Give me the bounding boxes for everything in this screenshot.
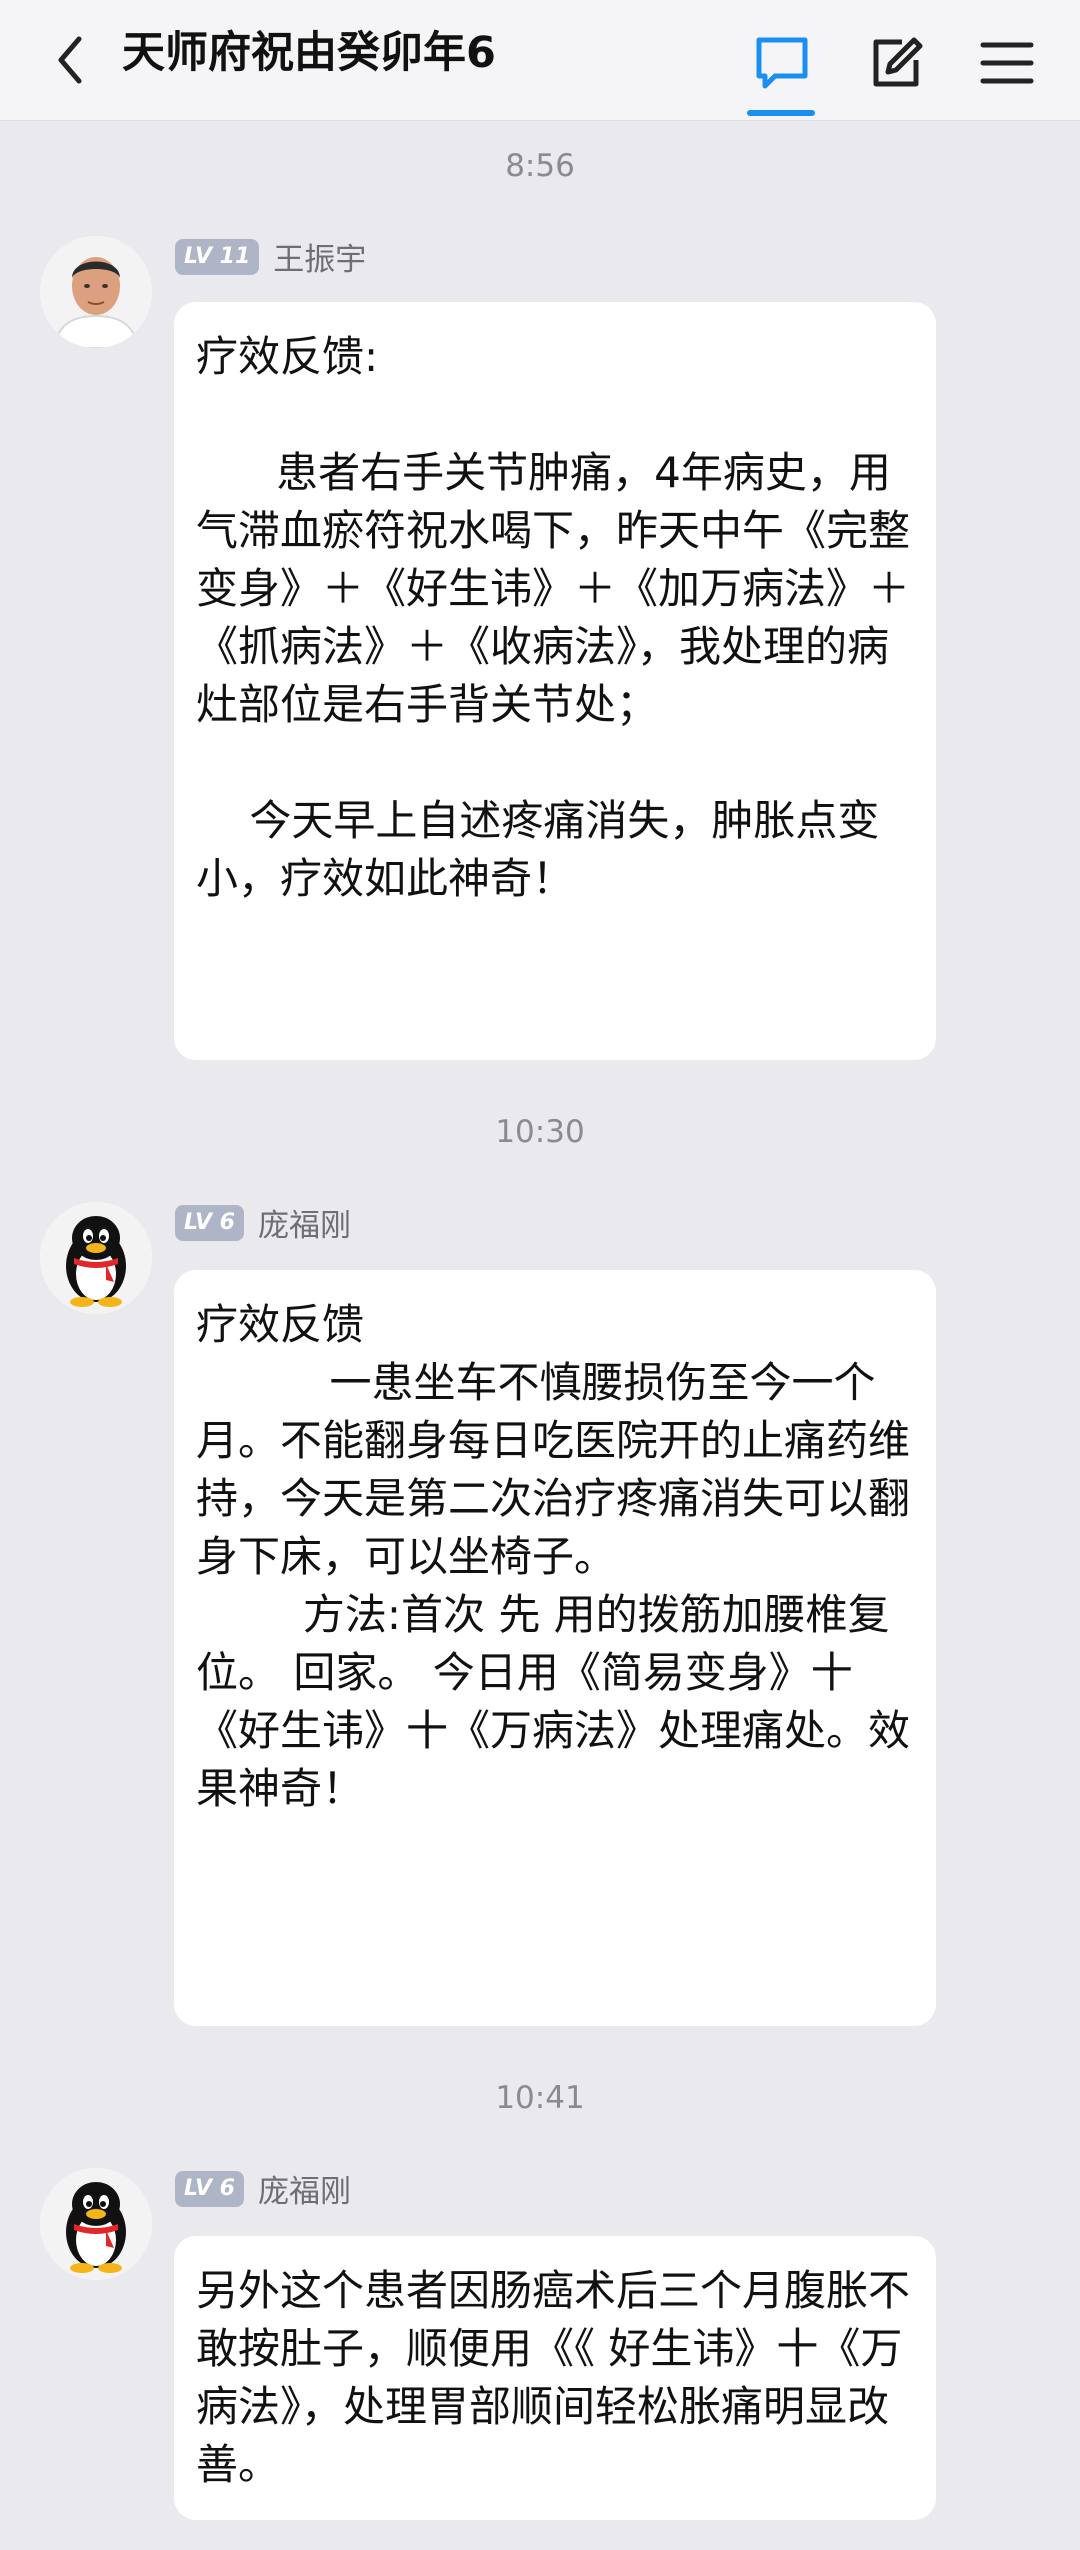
message-timestamp: 8:56 bbox=[505, 148, 575, 184]
sender-info: LV 6 庞福刚 bbox=[175, 1200, 351, 1245]
level-badge: LV 11 bbox=[175, 238, 260, 275]
sender-info: LV 11 王振宇 bbox=[175, 234, 366, 279]
penguin-avatar-icon bbox=[40, 2168, 152, 2280]
menu-button[interactable] bbox=[972, 28, 1042, 98]
message-timestamp: 10:41 bbox=[495, 2080, 585, 2116]
avatar[interactable] bbox=[40, 1202, 152, 1314]
chat-tab-button[interactable] bbox=[747, 28, 817, 98]
sender-name[interactable]: 庞福刚 bbox=[258, 1200, 351, 1245]
back-chevron-icon bbox=[58, 36, 82, 84]
sender-name[interactable]: 王振宇 bbox=[273, 234, 366, 279]
message-text: 疗效反馈 一患坐车不慎腰损伤至今一个月。不能翻身每日吃医院开的止痛药维持，今天是… bbox=[196, 1300, 911, 1813]
penguin-avatar-icon bbox=[40, 1202, 152, 1314]
message-text: 另外这个患者因肠癌术后三个月腹胀不敢按肚子，顺便用《《 好生讳》十《万病法》，处… bbox=[196, 2266, 911, 2489]
chat-header: 天师府祝由癸卯年6 bbox=[0, 0, 1080, 121]
group-title: 天师府祝由癸卯年6 bbox=[122, 28, 496, 78]
sender-name[interactable]: 庞福刚 bbox=[258, 2166, 351, 2211]
edit-button[interactable] bbox=[862, 28, 932, 98]
level-badge: LV 6 bbox=[175, 1204, 244, 1241]
message-timestamp: 10:30 bbox=[495, 1114, 585, 1150]
avatar[interactable] bbox=[40, 2168, 152, 2280]
avatar[interactable] bbox=[40, 236, 152, 348]
back-button[interactable] bbox=[40, 28, 100, 92]
sender-info: LV 6 庞福刚 bbox=[175, 2166, 351, 2211]
message-text: 疗效反馈: 患者右手关节肿痛，4年病史，用气滞血瘀符祝水喝下，昨天中午《完整变身… bbox=[196, 332, 911, 903]
menu-icon bbox=[980, 42, 1034, 84]
chat-bubble-icon bbox=[756, 37, 808, 89]
user-photo-avatar-icon bbox=[40, 236, 152, 348]
level-badge: LV 6 bbox=[175, 2170, 244, 2207]
active-tab-indicator bbox=[747, 110, 815, 116]
edit-icon bbox=[873, 37, 923, 87]
message-bubble[interactable]: 疗效反馈 一患坐车不慎腰损伤至今一个月。不能翻身每日吃医院开的止痛药维持，今天是… bbox=[174, 1270, 936, 2026]
message-bubble[interactable]: 另外这个患者因肠癌术后三个月腹胀不敢按肚子，顺便用《《 好生讳》十《万病法》，处… bbox=[174, 2236, 936, 2520]
message-bubble[interactable]: 疗效反馈: 患者右手关节肿痛，4年病史，用气滞血瘀符祝水喝下，昨天中午《完整变身… bbox=[174, 302, 936, 1060]
